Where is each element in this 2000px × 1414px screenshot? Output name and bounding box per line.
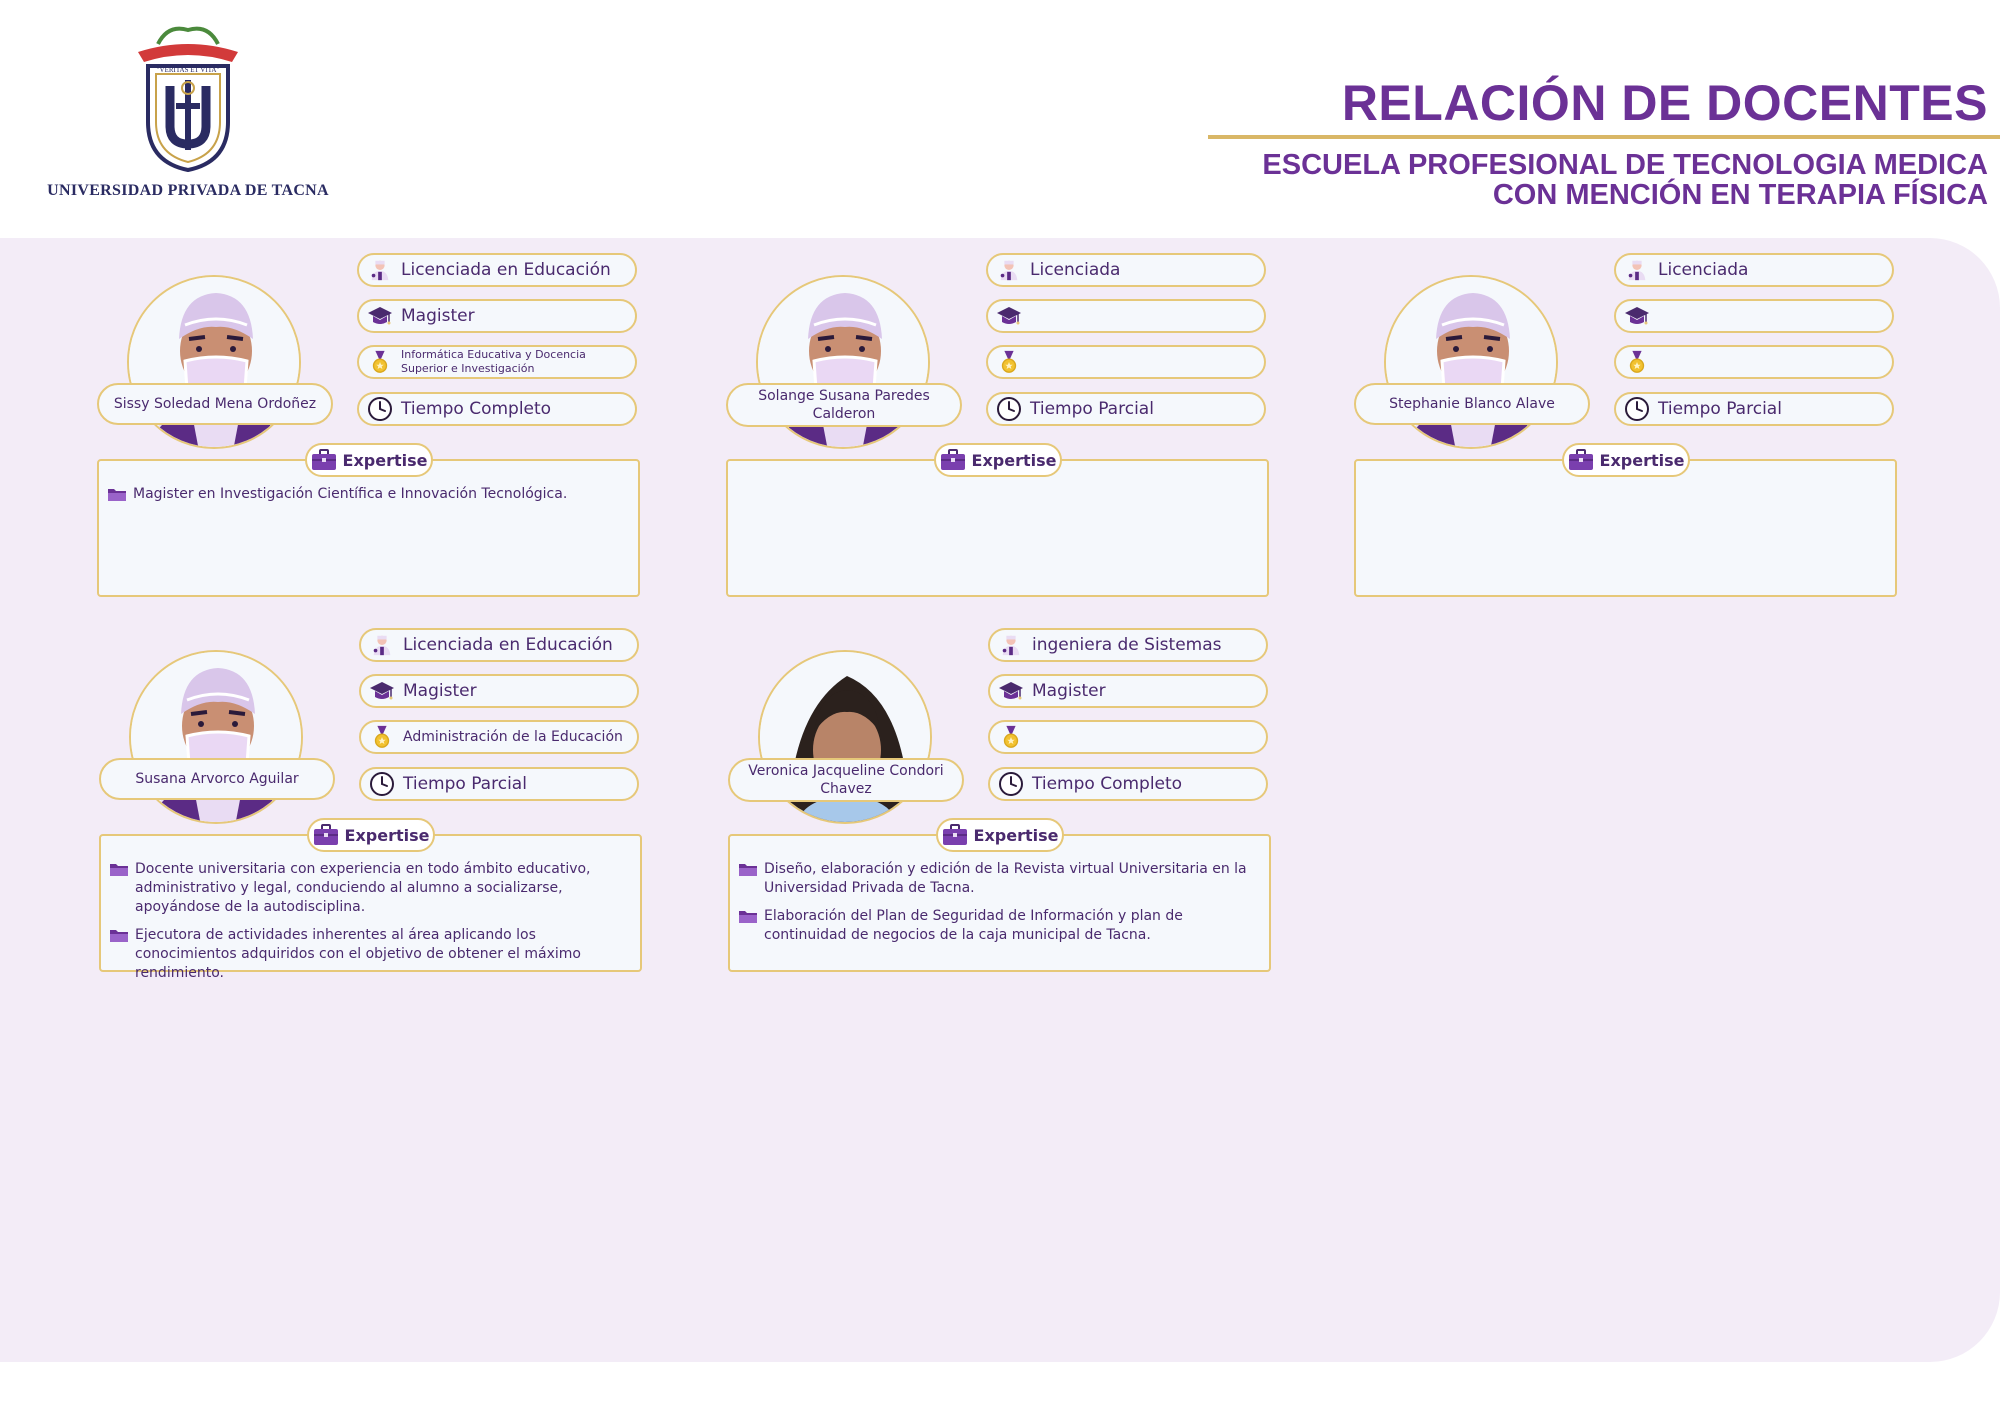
expertise-label: Expertise <box>307 818 435 852</box>
expertise-label: Expertise <box>1562 443 1690 477</box>
specialty-field <box>986 345 1266 379</box>
medal-icon <box>369 724 395 750</box>
briefcase-icon <box>1568 449 1594 471</box>
schedule-field: Tiempo Parcial <box>359 767 639 801</box>
expertise-box: Docente universitaria con experiencia en… <box>99 834 642 981</box>
degree-field: Magister <box>988 674 1268 708</box>
clock-icon <box>996 396 1022 422</box>
graduation-cap-icon <box>996 303 1022 329</box>
briefcase-icon <box>313 824 339 846</box>
degree-field: Magister <box>359 674 639 708</box>
folder-icon <box>109 861 129 877</box>
expertise-label: Expertise <box>305 443 433 477</box>
degree-field: Magister <box>357 299 637 333</box>
faculty-panel: Sissy Soledad Mena Ordoñez Licenciada en… <box>0 238 2000 1362</box>
expertise-item: Elaboración del Plan de Seguridad de Inf… <box>738 907 1261 945</box>
expertise-label: Expertise <box>934 443 1062 477</box>
graduation-cap-icon <box>998 678 1024 704</box>
medal-icon <box>1624 349 1650 375</box>
professional-icon <box>367 257 393 283</box>
professional-icon <box>1624 257 1650 283</box>
graduation-cap-icon <box>369 678 395 704</box>
docente-card: Stephanie Blanco Alave Licenciada Tiempo… <box>1354 253 1914 603</box>
university-logo: "VERITAS ET VITA" UNIVERSIDAD PRIVADA DE… <box>28 22 348 202</box>
expertise-item: Docente universitaria con experiencia en… <box>109 860 632 917</box>
profession-field: Licenciada en Educación <box>357 253 637 287</box>
university-seal-icon: "VERITAS ET VITA" <box>138 26 238 172</box>
clock-icon <box>369 771 395 797</box>
medal-icon <box>367 349 393 375</box>
docente-card: Sissy Soledad Mena Ordoñez Licenciada en… <box>97 253 657 603</box>
medal-icon <box>998 724 1024 750</box>
briefcase-icon <box>311 449 337 471</box>
docente-card: Susana Arvorco Aguilar Licenciada en Edu… <box>99 628 659 981</box>
schedule-field: Tiempo Parcial <box>1614 392 1894 426</box>
degree-field <box>986 299 1266 333</box>
professional-icon <box>998 632 1024 658</box>
folder-icon <box>109 927 129 943</box>
schedule-field: Tiempo Completo <box>357 392 637 426</box>
clock-icon <box>1624 396 1650 422</box>
briefcase-icon <box>942 824 968 846</box>
schedule-field: Tiempo Completo <box>988 767 1268 801</box>
page-subtitle: ESCUELA PROFESIONAL DE TECNOLOGIA MEDICA… <box>1262 149 1988 211</box>
docente-card: Veronica Jacqueline Condori Chavez ingen… <box>728 628 1288 978</box>
docente-name: Sissy Soledad Mena Ordoñez <box>97 383 333 425</box>
title-divider <box>1208 135 2000 139</box>
graduation-cap-icon <box>367 303 393 329</box>
expertise-box: Diseño, elaboración y edición de la Revi… <box>728 834 1271 972</box>
docente-card: Solange Susana Paredes Calderon Licencia… <box>726 253 1286 603</box>
folder-icon <box>738 908 758 924</box>
docente-name: Veronica Jacqueline Condori Chavez <box>728 758 964 802</box>
specialty-field: Administración de la Educación <box>359 720 639 754</box>
expertise-item: Diseño, elaboración y edición de la Revi… <box>738 860 1261 898</box>
clock-icon <box>998 771 1024 797</box>
page-title: RELACIÓN DE DOCENTES <box>1341 75 1988 131</box>
degree-field <box>1614 299 1894 333</box>
briefcase-icon <box>940 449 966 471</box>
folder-icon <box>738 861 758 877</box>
clock-icon <box>367 396 393 422</box>
profession-field: ingeniera de Sistemas <box>988 628 1268 662</box>
medal-icon <box>996 349 1022 375</box>
docente-name: Susana Arvorco Aguilar <box>99 758 335 800</box>
docente-name: Solange Susana Paredes Calderon <box>726 383 962 427</box>
specialty-field <box>988 720 1268 754</box>
profession-field: Licenciada en Educación <box>359 628 639 662</box>
expertise-box <box>1354 459 1897 597</box>
university-name: UNIVERSIDAD PRIVADA DE TACNA <box>47 182 329 199</box>
expertise-box <box>726 459 1269 597</box>
professional-icon <box>996 257 1022 283</box>
profession-field: Licenciada <box>986 253 1266 287</box>
profession-field: Licenciada <box>1614 253 1894 287</box>
professional-icon <box>369 632 395 658</box>
graduation-cap-icon <box>1624 303 1650 329</box>
schedule-field: Tiempo Parcial <box>986 392 1266 426</box>
specialty-field: Informática Educativa y Docencia Superio… <box>357 345 637 379</box>
specialty-field <box>1614 345 1894 379</box>
expertise-box: Magister en Investigación Científica e I… <box>97 459 640 597</box>
folder-icon <box>107 486 127 502</box>
svg-text:"VERITAS ET VITA": "VERITAS ET VITA" <box>157 66 220 74</box>
expertise-item: Magister en Investigación Científica e I… <box>107 485 630 504</box>
expertise-label: Expertise <box>936 818 1064 852</box>
docente-name: Stephanie Blanco Alave <box>1354 383 1590 425</box>
expertise-item: Ejecutora de actividades inherentes al á… <box>109 926 632 983</box>
